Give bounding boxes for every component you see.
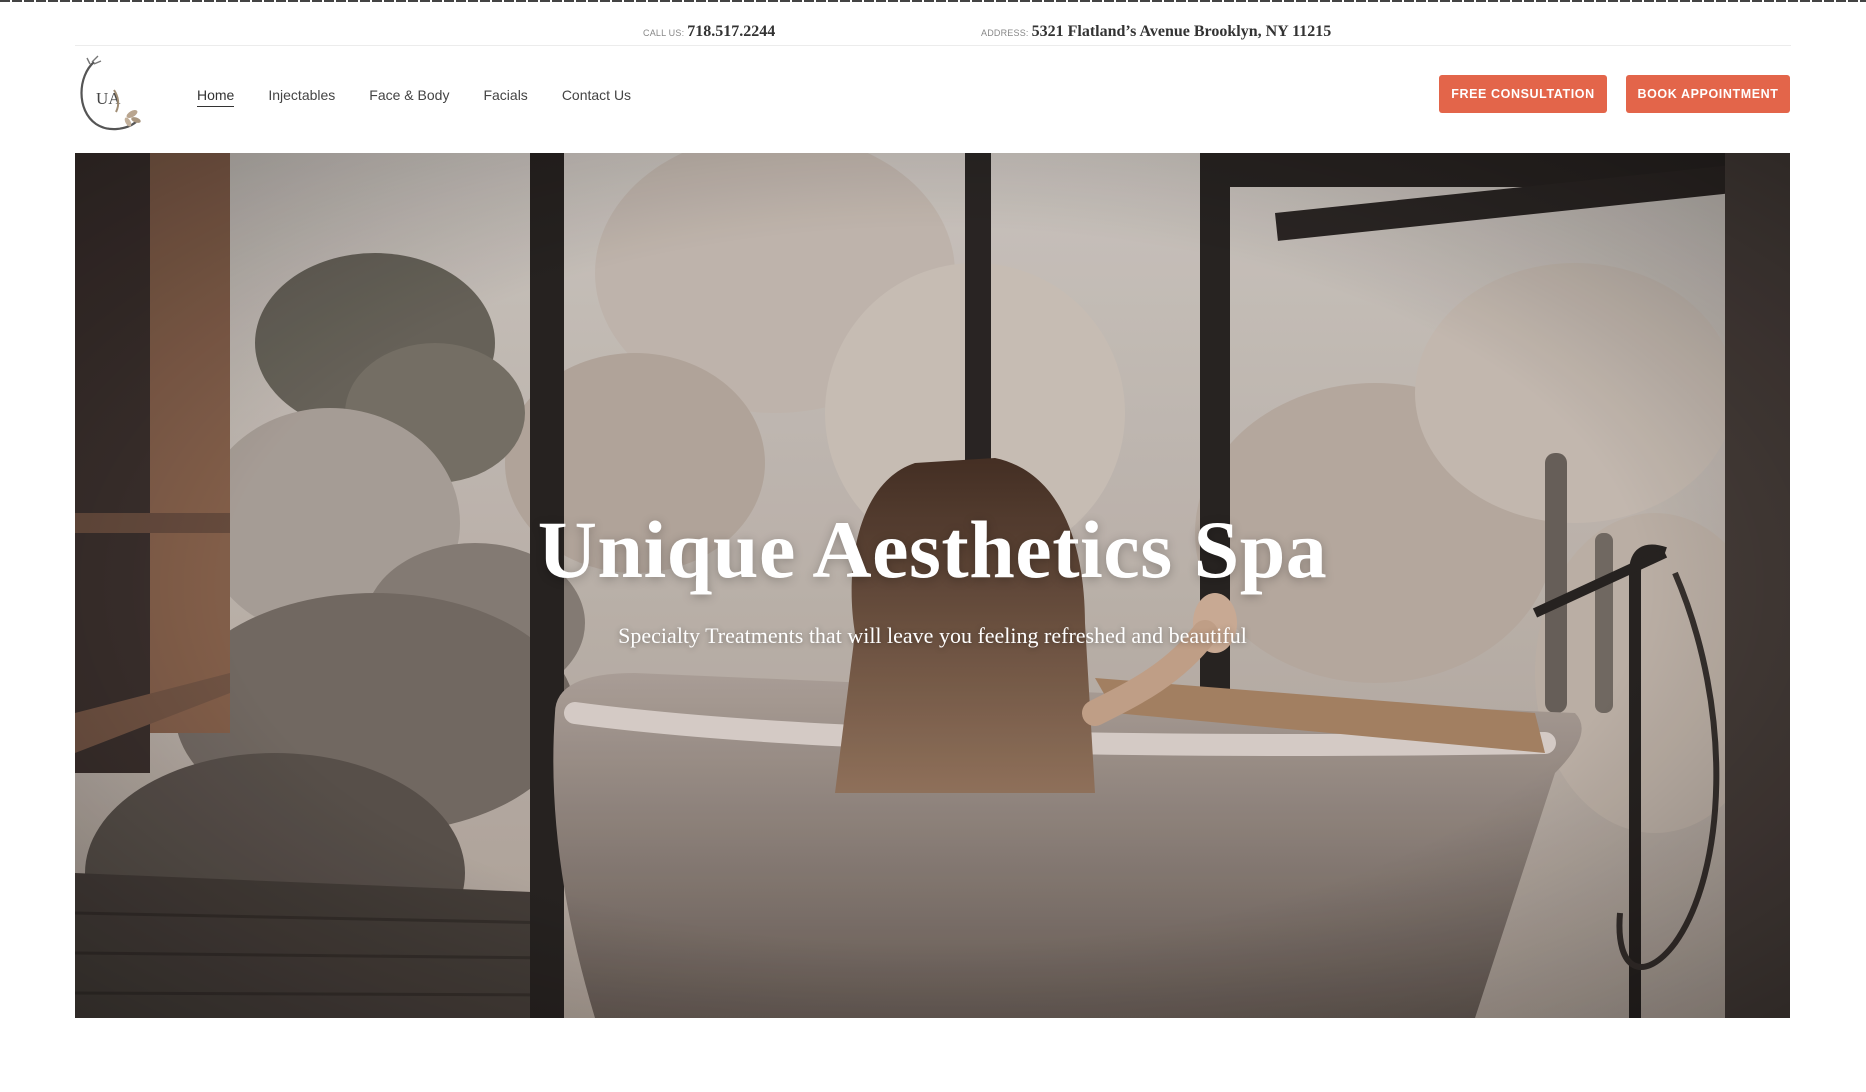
nav-home[interactable]: Home: [197, 87, 235, 107]
contact-bar: CALL US: 718.517.2244 ADDRESS: 5321 Flatla…: [75, 2, 1791, 46]
address-info: ADDRESS: 5321 Flatland’s Avenue Brooklyn,…: [981, 23, 1331, 41]
address-label: ADDRESS:: [981, 28, 1029, 38]
hero-title: Unique Aesthetics Spa: [537, 504, 1328, 595]
address-text: 5321 Flatland’s Avenue Brooklyn, NY 1121…: [1031, 23, 1332, 40]
free-consultation-button[interactable]: FREE CONSULTATION: [1439, 75, 1607, 113]
site-logo[interactable]: UA: [74, 52, 148, 136]
main-nav: Home Injectables Face & Body Facials Con…: [197, 87, 631, 107]
nav-face-body[interactable]: Face & Body: [369, 87, 449, 107]
hero-banner: Unique Aesthetics Spa Specialty Treatmen…: [75, 153, 1790, 1018]
phone-label: CALL US:: [643, 28, 685, 38]
nav-injectables[interactable]: Injectables: [268, 87, 335, 107]
hero-subtitle: Specialty Treatments that will leave you…: [618, 623, 1247, 648]
nav-contact-us[interactable]: Contact Us: [562, 87, 631, 107]
book-appointment-button[interactable]: BOOK APPOINTMENT: [1626, 75, 1790, 113]
logo-mark-icon: UA: [80, 55, 141, 131]
phone-number[interactable]: 718.517.2244: [687, 23, 775, 40]
nav-facials[interactable]: Facials: [483, 87, 527, 107]
phone-info[interactable]: CALL US: 718.517.2244: [643, 23, 775, 41]
